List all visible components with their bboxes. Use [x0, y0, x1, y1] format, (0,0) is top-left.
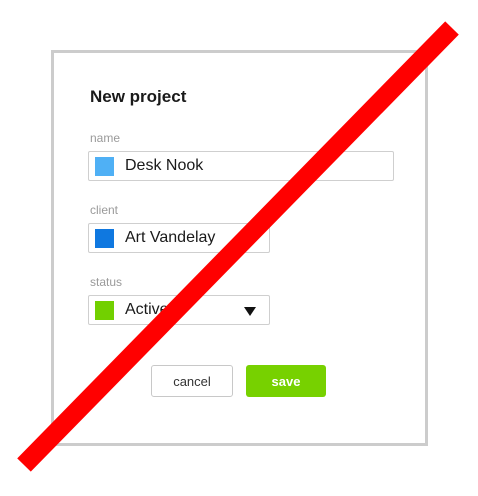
client-value: Art Vandelay: [125, 229, 216, 246]
name-field[interactable]: Desk Nook: [88, 151, 394, 181]
status-color-swatch: [95, 300, 114, 320]
dropdown-caret-icon[interactable]: [244, 307, 256, 316]
client-select[interactable]: Art Vandelay: [88, 223, 270, 253]
status-value: Active: [125, 301, 169, 318]
name-label: name: [90, 131, 121, 145]
status-label: status: [90, 275, 123, 289]
client-label: client: [90, 203, 119, 217]
save-button[interactable]: save: [246, 365, 326, 397]
status-dropdown[interactable]: Active: [88, 295, 270, 325]
cancel-button[interactable]: cancel: [151, 365, 233, 397]
name-color-swatch[interactable]: [95, 156, 114, 176]
new-project-dialog: New project name Desk Nook client Art Va…: [51, 50, 428, 446]
client-color-swatch: [95, 228, 114, 248]
name-value: Desk Nook: [125, 157, 204, 174]
dialog-title: New project: [90, 87, 187, 106]
